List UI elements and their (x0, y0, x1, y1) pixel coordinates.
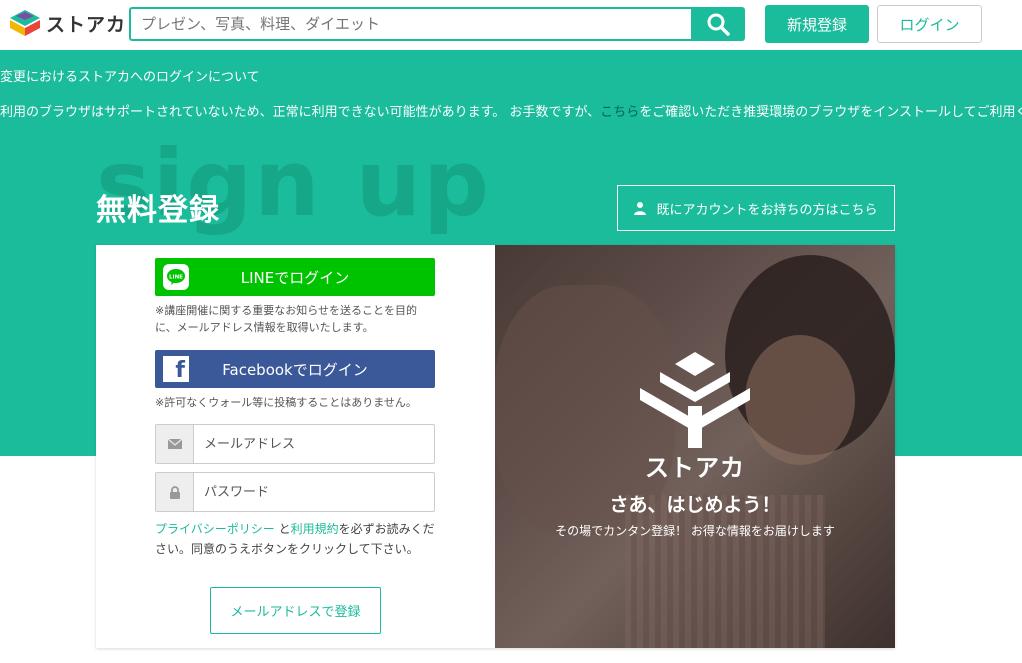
recommended-env-link[interactable]: こちら (600, 105, 639, 120)
line-login-label: LINEでログイン (240, 268, 350, 287)
signup-card: LINE LINEでログイン ※講座開催に関する重要なお知らせを送ることを目的に… (96, 245, 895, 648)
search-icon (707, 13, 730, 36)
privacy-policy-link[interactable]: プライバシーポリシー (155, 522, 275, 536)
storeaca-logo-icon (640, 352, 750, 448)
signup-form: LINE LINEでログイン ※講座開催に関する重要なお知らせを送ることを目的に… (96, 245, 495, 648)
envelope-icon (156, 425, 194, 463)
email-input[interactable] (194, 425, 434, 463)
hero-brand: ストアカ (645, 454, 745, 482)
header: ストアカ 新規登録 ログイン (0, 0, 1022, 50)
notice-heading: 変更におけるストアカへのログインについて (0, 70, 260, 85)
lock-icon (156, 473, 194, 511)
and-text: と (274, 522, 291, 536)
svg-text:LINE: LINE (169, 275, 183, 281)
existing-account-button[interactable]: 既にアカウントをお持ちの方はこちら (617, 185, 895, 231)
facebook-note: ※許可なくウォール等に投稿することはありません。 (155, 396, 417, 409)
facebook-icon: f (163, 356, 189, 382)
browser-notice-text-rest: をご確認いただき推奨環境のブラウザをインストールしてご利用く (639, 105, 1022, 120)
login-button[interactable]: ログイン (877, 5, 982, 43)
facebook-login-label: Facebookでログイン (222, 360, 368, 379)
existing-account-label: 既にアカウントをお持ちの方はこちら (656, 202, 878, 218)
password-input[interactable] (194, 473, 434, 511)
logo-text: ストアカ (46, 13, 127, 36)
logo-mark-icon (10, 10, 40, 36)
facebook-login-button[interactable]: f Facebookでログイン (155, 350, 435, 388)
search-input[interactable] (129, 7, 691, 41)
line-icon: LINE (163, 264, 189, 290)
email-field (155, 424, 435, 464)
register-button[interactable]: 新規登録 (765, 5, 869, 43)
hero-image: ストアカ さあ、はじめよう！ その場でカンタン登録！ お得な情報をお届けします (495, 245, 895, 648)
agreement-text: プライバシーポリシー と利用規約を必ずお読みください。同意のうえボタンをクリック… (155, 519, 440, 559)
hero-subtitle: その場でカンタン登録！ お得な情報をお届けします (555, 524, 835, 538)
email-register-button[interactable]: メールアドレスで登録 (210, 587, 381, 634)
password-field (155, 472, 435, 512)
hero-title: さあ、はじめよう！ (609, 494, 781, 516)
site-logo[interactable]: ストアカ (6, 8, 126, 38)
line-login-button[interactable]: LINE LINEでログイン (155, 258, 435, 296)
terms-link[interactable]: 利用規約 (291, 522, 339, 536)
line-note: ※講座開催に関する重要なお知らせを送ることを目的に、メールアドレス情報を取得いた… (155, 304, 417, 334)
browser-notice-text: 利用のブラウザはサポートされていないため、正常に利用できない可能性があります。 … (0, 105, 601, 120)
user-icon (634, 202, 647, 215)
browser-notice: 利用のブラウザはサポートされていないため、正常に利用できない可能性があります。 … (0, 101, 1022, 120)
search-button[interactable] (691, 7, 745, 41)
page-title: 無料登録 (96, 193, 220, 228)
